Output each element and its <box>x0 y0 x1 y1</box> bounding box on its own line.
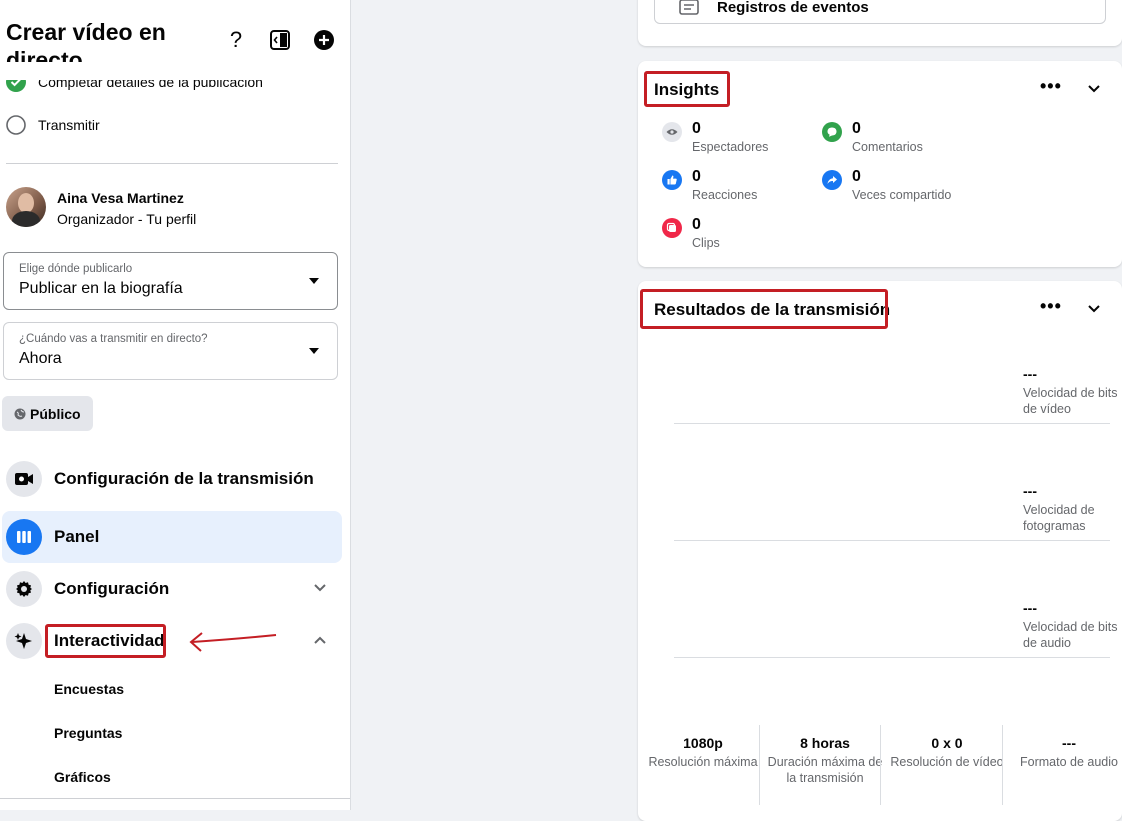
where-select[interactable]: Elige dónde publicarlo Publicar en la bi… <box>3 252 338 310</box>
nav-settings[interactable]: Configuración <box>2 563 342 615</box>
annotation-box-interactivity <box>45 624 166 658</box>
globe-icon <box>14 408 26 419</box>
list-icon <box>679 0 699 15</box>
caret-down-icon <box>309 278 319 284</box>
metric-audio-bitrate: --- Velocidad de bits de audio <box>1023 600 1118 650</box>
chevron-down-icon <box>314 584 326 592</box>
footer-audio-format: --- Formato de audio <box>1020 735 1118 769</box>
chevron-down-icon[interactable] <box>1088 85 1100 93</box>
video-camera-icon <box>15 473 33 485</box>
metric-video-bitrate: --- Velocidad de bits de vídeo <box>1023 366 1118 416</box>
insight-shares: 0 Veces compartido <box>822 168 951 202</box>
clips-icon <box>662 218 682 238</box>
chevron-up-icon <box>314 636 326 644</box>
help-icon[interactable]: ? <box>222 26 250 54</box>
annotation-arrow <box>189 632 277 652</box>
panel-icon <box>17 531 31 543</box>
thumbs-up-icon <box>662 170 682 190</box>
insight-reactions: 0 Reacciones <box>662 168 757 202</box>
when-select[interactable]: ¿Cuándo vas a transmitir en directo? Aho… <box>3 322 338 380</box>
sub-item-polls[interactable]: Encuestas <box>54 681 124 697</box>
share-icon <box>822 170 842 190</box>
panel-toggle-icon[interactable] <box>266 26 294 54</box>
section-divider <box>6 163 338 164</box>
annotation-box-results <box>640 289 888 329</box>
insights-card: Insights ••• 0 Espectadores 0 Comentario… <box>638 61 1122 267</box>
avatar <box>6 187 46 227</box>
gear-icon <box>16 581 32 597</box>
nav-stream-config[interactable]: Configuración de la transmisión <box>2 453 342 505</box>
metric-frame-rate: --- Velocidad de fotogramas <box>1023 483 1095 533</box>
audience-button[interactable]: Público <box>2 396 93 431</box>
more-options-icon[interactable]: ••• <box>1040 76 1062 97</box>
footer-video-resolution: 0 x 0 Resolución de vídeo <box>890 735 1004 769</box>
caret-down-icon <box>309 348 319 354</box>
insight-clips: 0 Clips <box>662 216 720 250</box>
eye-icon <box>662 122 682 142</box>
sub-item-graphics[interactable]: Gráficos <box>54 769 111 785</box>
insight-viewers: 0 Espectadores <box>662 120 768 154</box>
add-icon[interactable] <box>310 26 338 54</box>
footer-max-resolution: 1080p Resolución máxima <box>648 735 758 769</box>
more-options-icon[interactable]: ••• <box>1040 296 1062 317</box>
radio-circle-icon <box>6 115 26 135</box>
step-broadcast[interactable]: Transmitir <box>6 115 100 135</box>
sparkle-icon <box>14 633 32 649</box>
chevron-down-icon[interactable] <box>1088 305 1100 313</box>
event-log-card: Registros de eventos <box>638 0 1122 46</box>
annotation-box-insights <box>644 71 730 107</box>
nav-panel[interactable]: Panel <box>2 511 342 563</box>
event-log-button[interactable]: Registros de eventos <box>654 0 1106 24</box>
profile-name: Aina Vesa Martinez <box>57 190 184 206</box>
footer-max-duration: 8 horas Duración máxima de la transmisió… <box>767 735 883 785</box>
insight-comments: 0 Comentarios <box>822 120 923 154</box>
sub-item-questions[interactable]: Preguntas <box>54 725 122 741</box>
comment-icon <box>822 122 842 142</box>
left-panel: Crear vídeo en directo ? Completar detal… <box>0 0 351 810</box>
profile-role: Organizador - Tu perfil <box>57 211 197 227</box>
